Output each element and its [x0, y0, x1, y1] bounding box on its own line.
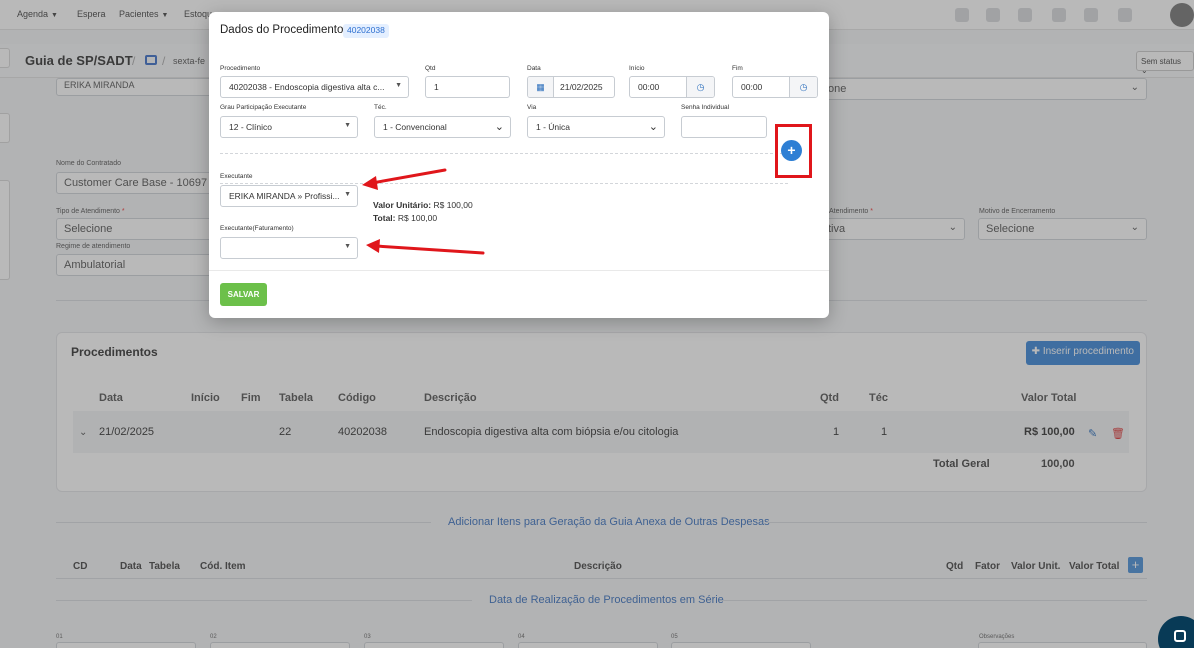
annotation-arrows: [362, 168, 485, 255]
arrow-to-executante-faturamento: [366, 239, 485, 255]
arrow-to-executante: [362, 168, 447, 190]
